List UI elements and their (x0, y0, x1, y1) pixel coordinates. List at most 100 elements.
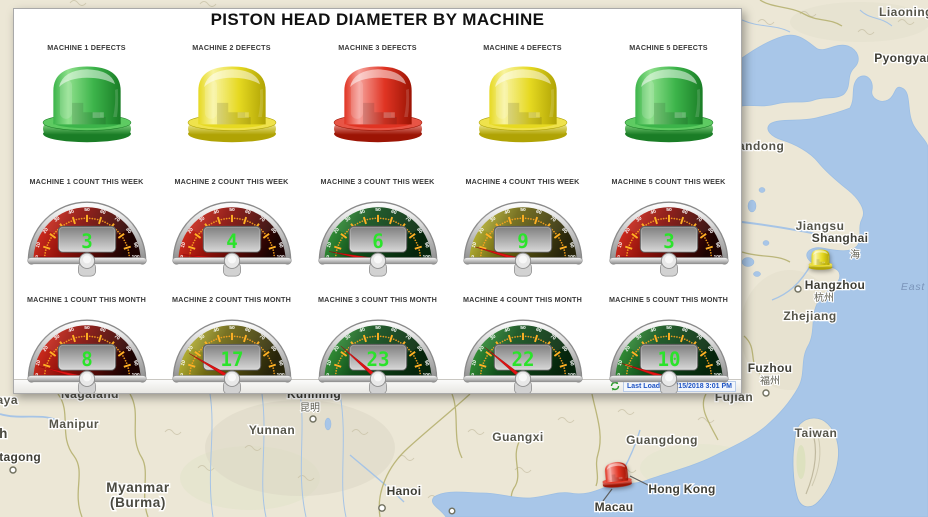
map-label-zhejiang: Zhejiang (783, 309, 836, 323)
defect-led-5 (596, 59, 741, 145)
led-red (331, 59, 425, 145)
defects-label-1: MACHINE 1 DEFECTS (14, 43, 159, 52)
machine-3-week: MACHINE 3 COUNT THIS WEEK 10203040506070… (305, 177, 450, 278)
defect-led-3 (305, 59, 450, 145)
week-gauge-1: 102030405060708090 0 100 3 (14, 190, 159, 278)
month-label-3: MACHINE 3 COUNT THIS MONTH (305, 295, 450, 304)
map-label-chittagong: Chittagong (0, 450, 41, 464)
svg-text:50: 50 (666, 207, 672, 213)
map-label-pyongyang: Pyongyang (874, 51, 928, 65)
map-led-macau (599, 454, 633, 495)
machine-1-defects: MACHINE 1 DEFECTS (14, 43, 159, 145)
month-gauge-1: 102030405060708090 0 100 8 (14, 308, 159, 394)
machine-3-defects: MACHINE 3 DEFECTS (305, 43, 450, 145)
gauge-yellow: 102030405060708090 0 100 9 (458, 190, 588, 278)
gauge-green: 102030405060708090 0 100 10 (604, 308, 734, 394)
svg-text:3: 3 (663, 230, 675, 253)
page-title: PISTON HEAD DIAMETER BY MACHINE (14, 10, 741, 30)
screen: LiaoningPyongyangShandongJiangsuShanghai… (0, 0, 928, 517)
machine-1-week: MACHINE 1 COUNT THIS WEEK 10203040506070… (14, 177, 159, 278)
city-marker-chittagong (10, 467, 16, 473)
map-label-shanghai_cjk: 海 (850, 248, 860, 261)
map-label-guangxi: Guangxi (492, 430, 544, 444)
svg-text:10: 10 (657, 348, 680, 371)
map-label-guangdong: Guangdong (626, 433, 698, 447)
map-label-fuzhou_cjk: 福州 (760, 374, 780, 387)
svg-text:50: 50 (229, 207, 235, 213)
svg-text:50: 50 (666, 325, 672, 331)
week-gauge-4: 102030405060708090 0 100 9 (450, 190, 595, 278)
machine-4-defects: MACHINE 4 DEFECTS (450, 43, 595, 145)
week-label-3: MACHINE 3 COUNT THIS WEEK (305, 177, 450, 186)
city-marker (449, 508, 455, 514)
defect-led-4 (450, 59, 595, 145)
map-label-east_sea: East (901, 281, 925, 293)
month-gauge-2: 102030405060708090 0 100 17 (159, 308, 304, 394)
gauge-green: 102030405060708090 0 100 22 (458, 308, 588, 394)
gauge-green: 102030405060708090 0 100 6 (313, 190, 443, 278)
svg-text:50: 50 (520, 325, 526, 331)
week-label-4: MACHINE 4 COUNT THIS WEEK (450, 177, 595, 186)
month-label-2: MACHINE 2 COUNT THIS MONTH (159, 295, 304, 304)
machine-5-defects: MACHINE 5 DEFECTS (596, 43, 741, 145)
gauge-red: 102030405060708090 0 100 8 (22, 308, 152, 394)
city-marker-hanoi (379, 505, 385, 511)
map-label-yunnan: Yunnan (249, 423, 295, 437)
svg-text:8: 8 (81, 348, 93, 371)
city-marker-hangzhou (795, 286, 801, 292)
svg-text:50: 50 (375, 207, 381, 213)
svg-text:50: 50 (229, 325, 235, 331)
map-label-liaoning: Liaoning (879, 5, 928, 19)
led-yellow (808, 243, 833, 275)
machine-4-month: MACHINE 4 COUNT THIS MONTH 1020304050607… (450, 295, 595, 394)
gauge-red: 102030405060708090 0 100 3 (22, 190, 152, 278)
map-label-hangzhou: Hangzhou (805, 278, 865, 292)
map-label-hanoi: Hanoi (387, 484, 422, 498)
month-label-4: MACHINE 4 COUNT THIS MONTH (450, 295, 595, 304)
svg-text:9: 9 (517, 230, 529, 253)
svg-text:50: 50 (520, 207, 526, 213)
map-label-fuzhou: Fuzhou (748, 361, 792, 375)
svg-text:4: 4 (226, 230, 238, 253)
map-label-meghalaya: Meghalaya (0, 393, 18, 407)
week-label-2: MACHINE 2 COUNT THIS WEEK (159, 177, 304, 186)
map-label-hangzhou_cjk: 杭州 (814, 291, 834, 304)
dashboard-panel: PISTON HEAD DIAMETER BY MACHINE MACHINE … (13, 8, 742, 394)
map-label-macau: Macau (595, 500, 634, 514)
month-label-1: MACHINE 1 COUNT THIS MONTH (14, 295, 159, 304)
machine-2-defects: MACHINE 2 DEFECTS (159, 43, 304, 145)
led-red (599, 454, 633, 495)
led-yellow (185, 59, 279, 145)
led-yellow (476, 59, 570, 145)
machine-5-week: MACHINE 5 COUNT THIS WEEK 10203040506070… (596, 177, 741, 278)
map-label-bangladesh: Bangladesh (0, 426, 8, 441)
map-label-kunming_cjk: 昆明 (300, 402, 320, 414)
defects-label-2: MACHINE 2 DEFECTS (159, 43, 304, 52)
led-green (40, 59, 134, 145)
svg-text:22: 22 (511, 348, 534, 371)
defects-label-5: MACHINE 5 DEFECTS (596, 43, 741, 52)
map-label-myanmar1: Myanmar (106, 480, 170, 495)
week-gauge-3: 102030405060708090 0 100 6 (305, 190, 450, 278)
svg-text:23: 23 (366, 348, 389, 371)
month-gauge-5: 102030405060708090 0 100 10 (596, 308, 741, 394)
week-label-1: MACHINE 1 COUNT THIS WEEK (14, 177, 159, 186)
week-gauge-2: 102030405060708090 0 100 4 (159, 190, 304, 278)
defect-led-2 (159, 59, 304, 145)
defects-label-4: MACHINE 4 DEFECTS (450, 43, 595, 52)
svg-text:50: 50 (84, 207, 90, 213)
week-label-5: MACHINE 5 COUNT THIS WEEK (596, 177, 741, 186)
machine-2-month: MACHINE 2 COUNT THIS MONTH 1020304050607… (159, 295, 304, 394)
map-label-manipur: Manipur (49, 417, 99, 431)
defect-led-1 (14, 59, 159, 145)
machine-2-week: MACHINE 2 COUNT THIS WEEK 10203040506070… (159, 177, 304, 278)
gauge-red: 102030405060708090 0 100 4 (167, 190, 297, 278)
machine-4-week: MACHINE 4 COUNT THIS WEEK 10203040506070… (450, 177, 595, 278)
gauge-green: 102030405060708090 0 100 23 (313, 308, 443, 394)
map-label-myanmar2: (Burma) (110, 495, 166, 510)
machine-1-month: MACHINE 1 COUNT THIS MONTH 1020304050607… (14, 295, 159, 394)
svg-text:50: 50 (375, 325, 381, 331)
month-gauge-3: 102030405060708090 0 100 23 (305, 308, 450, 394)
svg-text:3: 3 (81, 230, 93, 253)
month-label-5: MACHINE 5 COUNT THIS MONTH (596, 295, 741, 304)
